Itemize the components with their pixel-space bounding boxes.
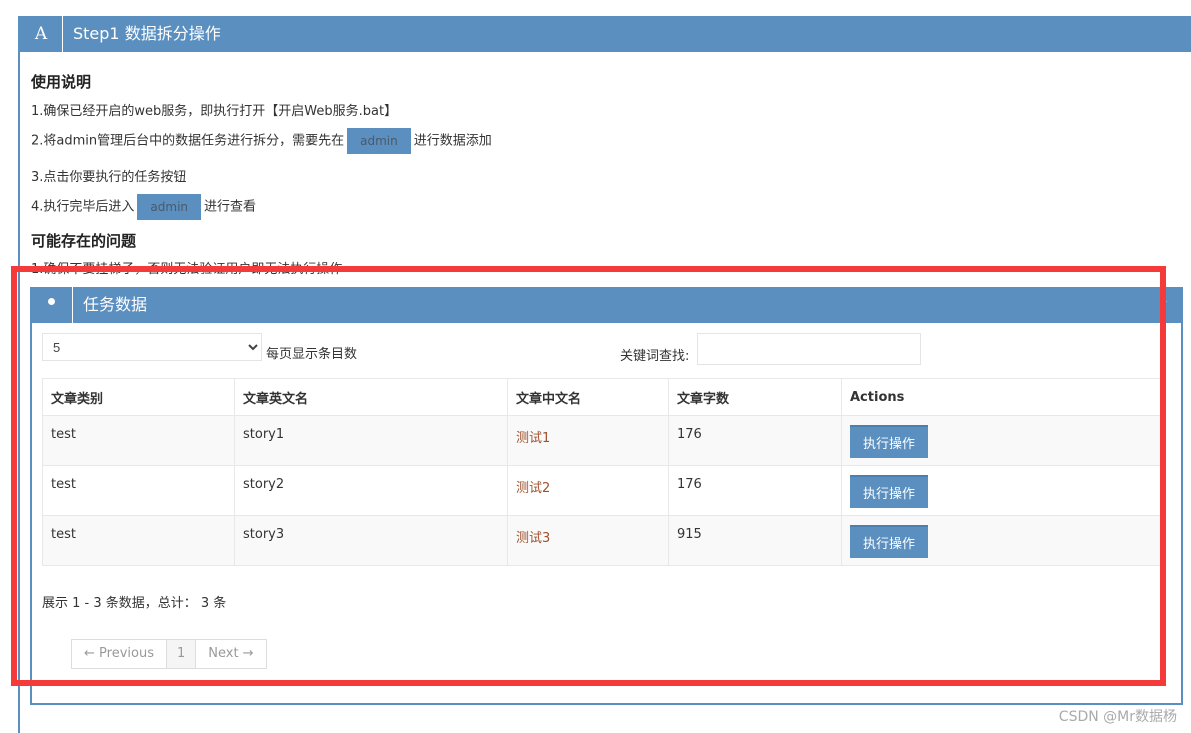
usage-line-1: 1.确保已经开启的web服务，即执行打开【开启Web服务.bat】 — [31, 104, 398, 119]
watermark: CSDN @Mr数据杨 — [1058, 709, 1177, 725]
usage-heading: 使用说明 — [31, 73, 92, 91]
usage-line-3: 3.点击你要执行的任务按钮 — [31, 170, 187, 185]
admin-button[interactable]: admin — [137, 194, 202, 220]
step-letter-icon: A — [20, 16, 63, 52]
usage-line-4: 4.执行完毕后进入 admin 进行查看 — [31, 194, 256, 220]
step-panel-header: A Step1 数据拆分操作 — [20, 16, 1191, 52]
issues-heading: 可能存在的问题 — [31, 232, 137, 250]
usage-line-2-text: 2.将admin管理后台中的数据任务进行拆分，需要先在 — [31, 133, 345, 149]
usage-line-2: 2.将admin管理后台中的数据任务进行拆分，需要先在 admin 进行数据添加 — [31, 128, 492, 154]
step-panel-title: Step1 数据拆分操作 — [73, 24, 221, 43]
usage-line-2-suffix: 进行数据添加 — [413, 133, 492, 149]
usage-line-4-text: 4.执行完毕后进入 — [31, 199, 135, 215]
highlight-rectangle — [11, 266, 1166, 686]
usage-line-4-suffix: 进行查看 — [204, 199, 257, 215]
admin-button[interactable]: admin — [347, 128, 411, 154]
